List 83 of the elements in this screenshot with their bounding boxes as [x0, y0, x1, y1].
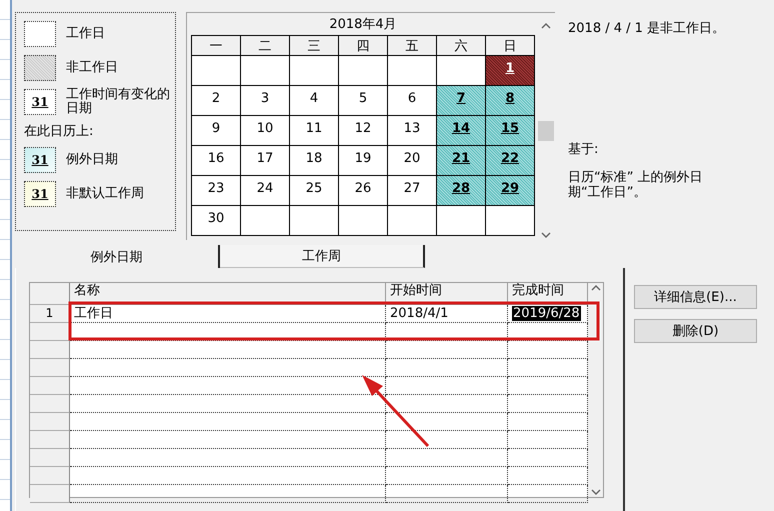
day-cell[interactable]: 26	[339, 176, 388, 206]
day-cell[interactable]: 29	[486, 176, 535, 206]
row-header	[30, 485, 70, 503]
day-cell[interactable]: 3	[241, 86, 290, 116]
empty-cell[interactable]	[386, 395, 508, 413]
day-cell[interactable]: 6	[388, 86, 437, 116]
empty-cell[interactable]	[386, 359, 508, 377]
table-cell[interactable]: 工作日	[70, 305, 386, 323]
empty-cell[interactable]	[386, 467, 508, 485]
table-cell[interactable]: 2018/4/1	[386, 305, 508, 323]
row-header	[30, 449, 70, 467]
legend-heading: 在此日历上:	[24, 123, 94, 140]
empty-cell[interactable]	[386, 323, 508, 341]
day-cell[interactable]: 16	[192, 146, 241, 176]
day-cell[interactable]: 25	[290, 176, 339, 206]
scroll-down-icon[interactable]	[541, 232, 551, 238]
scroll-thumb[interactable]	[538, 120, 554, 140]
day-status-text: 2018 / 4 / 1 是非工作日。	[568, 20, 726, 37]
weekday-header: 二	[241, 36, 290, 56]
day-cell[interactable]: 27	[388, 176, 437, 206]
legend-swatch: 31	[24, 89, 56, 115]
row-header	[30, 431, 70, 449]
day-cell[interactable]: 22	[486, 146, 535, 176]
month-title: 2018年4月	[328, 16, 398, 34]
day-cell[interactable]: 12	[339, 116, 388, 146]
day-cell[interactable]: 20	[388, 146, 437, 176]
empty-cell[interactable]	[386, 413, 508, 431]
tab[interactable]: 工作周	[220, 245, 425, 268]
legend-label: 工作日	[66, 27, 106, 41]
day-cell[interactable]: 23	[192, 176, 241, 206]
legend-label: 工作时间有变化的日期	[66, 88, 171, 116]
scroll-up-icon[interactable]	[541, 23, 551, 29]
table-cell[interactable]: 2019/6/28	[512, 306, 581, 321]
row-header	[30, 413, 70, 431]
weekday-header: 六	[437, 36, 486, 56]
day-cell[interactable]: 5	[339, 86, 388, 116]
day-cell[interactable]: 14	[437, 116, 486, 146]
day-cell[interactable]: 13	[388, 116, 437, 146]
row-number: 1	[30, 305, 70, 323]
weekday-header: 四	[339, 36, 388, 56]
legend-swatch: 31	[24, 147, 56, 173]
weekday-header: 三	[290, 36, 339, 56]
empty-cell[interactable]	[386, 485, 508, 503]
scroll-up-icon[interactable]	[590, 285, 600, 291]
empty-cell[interactable]	[386, 341, 508, 359]
row-header	[30, 323, 70, 341]
based-on-label: 基于:	[568, 141, 600, 158]
legend-label: 非工作日	[66, 61, 119, 75]
day-cell[interactable]: 19	[339, 146, 388, 176]
empty-cell[interactable]	[386, 449, 508, 467]
day-cell[interactable]: 17	[241, 146, 290, 176]
day-cell[interactable]: 11	[290, 116, 339, 146]
empty-cell[interactable]	[386, 377, 508, 395]
day-cell[interactable]: 24	[241, 176, 290, 206]
legend-label: 例外日期	[66, 153, 119, 167]
day-cell[interactable]: 2	[192, 86, 241, 116]
details-button[interactable]: 详细信息(E)...	[634, 285, 757, 309]
weekday-header: 一	[192, 36, 241, 56]
row-header	[30, 359, 70, 377]
day-cell[interactable]: 28	[437, 176, 486, 206]
day-cell[interactable]: 8	[486, 86, 535, 116]
empty-cell[interactable]	[386, 431, 508, 449]
day-cell[interactable]: 4	[290, 86, 339, 116]
day-cell[interactable]: 30	[192, 206, 241, 236]
day-cell[interactable]: 1	[486, 56, 535, 86]
day-cell[interactable]: 15	[486, 116, 535, 146]
day-cell[interactable]: 21	[437, 146, 486, 176]
weekday-header: 五	[388, 36, 437, 56]
corner-cell	[30, 283, 70, 305]
weekday-header: 日	[486, 36, 535, 56]
legend-swatch: 31	[24, 181, 56, 207]
scroll-down-icon[interactable]	[590, 489, 600, 495]
row-header	[30, 467, 70, 485]
day-cell[interactable]: 18	[290, 146, 339, 176]
day-cell[interactable]: 10	[241, 116, 290, 146]
row-header	[30, 395, 70, 413]
day-cell[interactable]: 9	[192, 116, 241, 146]
day-cell[interactable]: 7	[437, 86, 486, 116]
based-on-text: 日历“标准” 上的例外日期“工作日”。	[568, 170, 704, 200]
row-header	[30, 377, 70, 395]
row-header	[30, 341, 70, 359]
delete-button[interactable]: 删除(D)	[634, 319, 757, 343]
legend-label: 非默认工作周	[66, 187, 145, 201]
